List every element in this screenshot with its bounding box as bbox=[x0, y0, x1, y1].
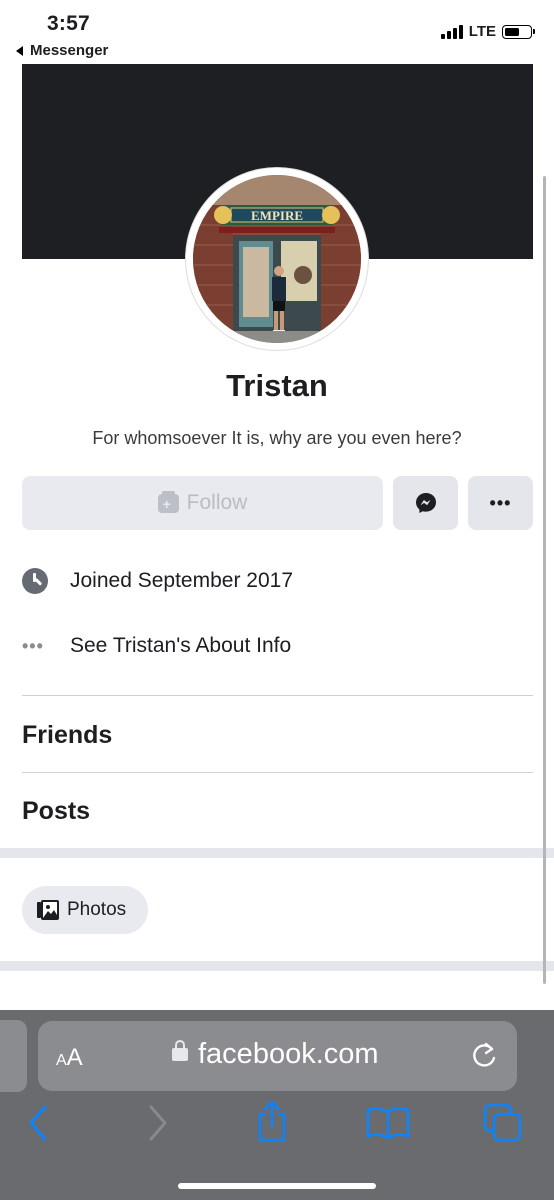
messenger-icon bbox=[415, 493, 436, 513]
profile-name: Tristan bbox=[226, 368, 328, 403]
clock-icon bbox=[22, 568, 48, 594]
section-separator bbox=[0, 848, 554, 858]
more-options-button[interactable]: ••• bbox=[468, 476, 533, 530]
joined-text: Joined September 2017 bbox=[70, 569, 293, 592]
page-scrollbar[interactable] bbox=[543, 176, 546, 984]
section-separator bbox=[0, 961, 554, 971]
home-indicator[interactable] bbox=[178, 1183, 376, 1189]
photos-chip-label: Photos bbox=[67, 899, 127, 920]
profile-bio: For whomsoever It is, why are you even h… bbox=[92, 428, 462, 448]
battery-level bbox=[505, 27, 519, 36]
avatar-image: EMPIRE bbox=[193, 175, 361, 343]
battery-icon bbox=[502, 24, 535, 39]
signal-bars-icon bbox=[440, 24, 463, 39]
photos-icon bbox=[37, 900, 59, 920]
network-label: LTE bbox=[468, 23, 496, 40]
back-to-messenger[interactable]: Messenger bbox=[16, 42, 108, 59]
lock-icon bbox=[172, 1040, 188, 1061]
about-info-text: See Tristan's About Info bbox=[70, 634, 292, 657]
divider bbox=[22, 772, 533, 773]
url-text[interactable]: facebook.com bbox=[198, 1038, 379, 1071]
follow-icon: + bbox=[157, 490, 179, 513]
text-size-button[interactable]: AA bbox=[56, 1044, 83, 1072]
follow-button[interactable]: + Follow bbox=[22, 476, 383, 530]
about-info-link[interactable]: ••• See Tristan's About Info bbox=[22, 633, 291, 659]
back-arrow-icon bbox=[16, 45, 23, 56]
status-time: 3:57 bbox=[47, 12, 90, 35]
back-app-label: Messenger bbox=[30, 42, 109, 59]
status-icons: LTE bbox=[440, 23, 535, 40]
previous-tab-preview[interactable] bbox=[0, 1020, 27, 1092]
message-button[interactable] bbox=[393, 476, 458, 530]
back-icon[interactable] bbox=[26, 1104, 50, 1142]
follow-label: Follow bbox=[186, 491, 248, 514]
more-dots-icon: ••• bbox=[489, 492, 512, 513]
forward-icon[interactable] bbox=[146, 1104, 170, 1142]
avatar-sign-text: EMPIRE bbox=[251, 208, 303, 223]
photos-filter-chip[interactable]: Photos bbox=[22, 886, 148, 934]
divider bbox=[22, 695, 533, 696]
profile-avatar[interactable]: EMPIRE bbox=[186, 168, 368, 350]
friends-heading[interactable]: Friends bbox=[22, 721, 112, 750]
share-icon[interactable] bbox=[254, 1100, 290, 1142]
tabs-icon[interactable] bbox=[482, 1102, 524, 1144]
posts-heading: Posts bbox=[22, 797, 91, 825]
reload-icon[interactable] bbox=[470, 1040, 500, 1072]
bookmarks-icon[interactable] bbox=[366, 1106, 410, 1140]
joined-row: Joined September 2017 bbox=[22, 568, 293, 594]
more-dots-icon: ••• bbox=[22, 635, 44, 656]
